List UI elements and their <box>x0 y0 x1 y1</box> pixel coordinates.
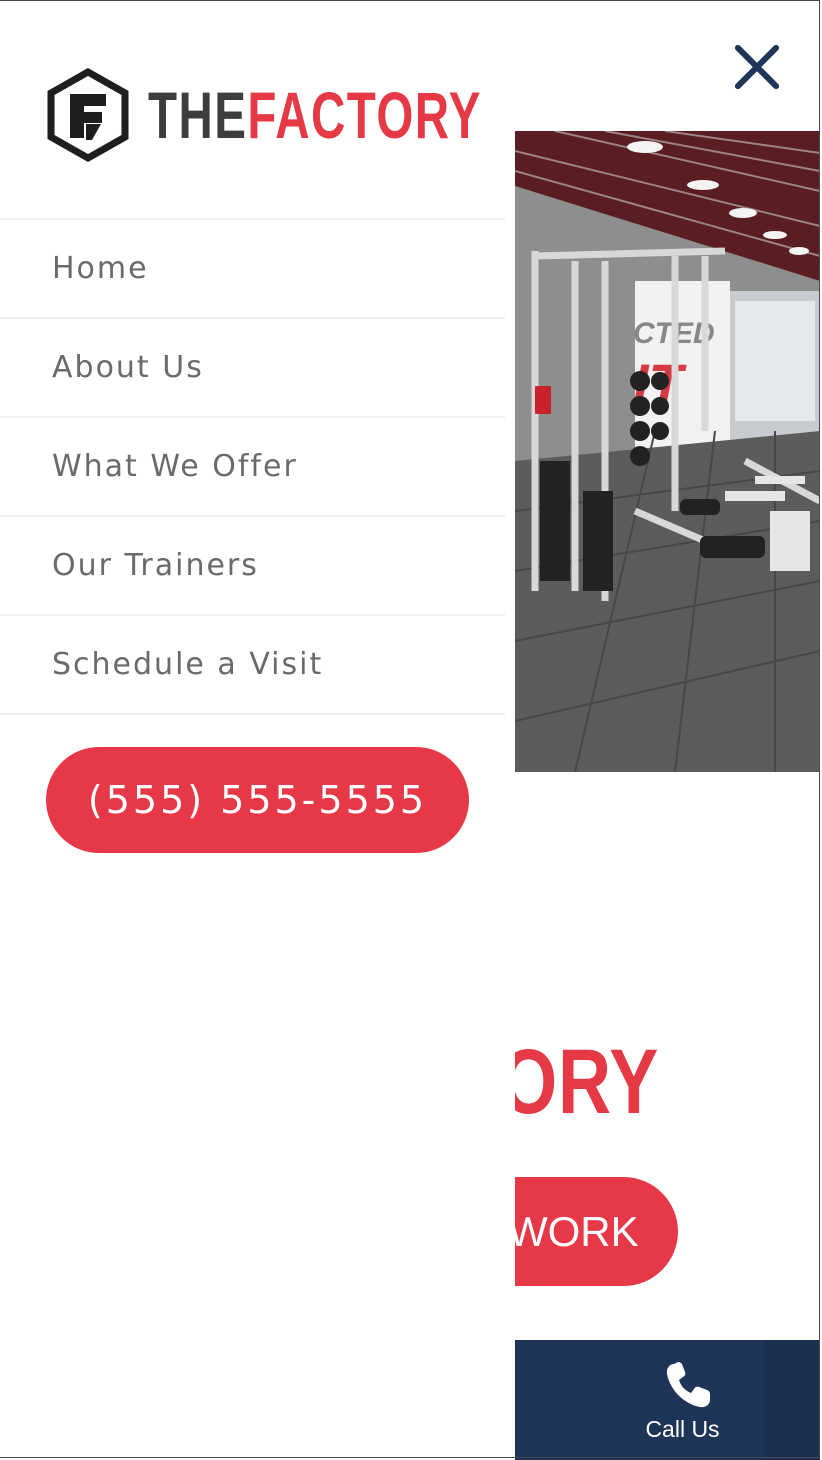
nav-item-what-we-offer[interactable]: What We Offer <box>0 418 505 517</box>
call-us-label: Call Us <box>645 1416 720 1442</box>
background-cta-label: WORK <box>508 1208 639 1255</box>
logo-text-the: THE <box>148 78 248 152</box>
close-icon[interactable] <box>730 40 784 94</box>
background-heading-fragment: ORY <box>500 1031 660 1133</box>
nav-item-about-us[interactable]: About Us <box>0 319 505 418</box>
menu-drawer: THEFACTORY Home About Us What We Offer O… <box>0 0 515 1460</box>
nav-item-schedule-a-visit[interactable]: Schedule a Visit <box>0 616 505 715</box>
logo-text-factory: FACTORY <box>247 78 482 152</box>
nav-item-our-trainers[interactable]: Our Trainers <box>0 517 505 616</box>
logo-mark-icon <box>47 68 129 162</box>
hero-image: CTED IT <box>515 131 820 772</box>
brand-logo[interactable]: THEFACTORY <box>46 68 612 162</box>
phone-button[interactable]: (555) 555-5555 <box>46 747 469 853</box>
call-us-bar[interactable]: Call Us <box>515 1340 820 1460</box>
phone-icon <box>666 1362 710 1408</box>
logo-wordmark: THEFACTORY <box>148 82 482 148</box>
main-nav: Home About Us What We Offer Our Trainers… <box>0 218 505 715</box>
nav-item-home[interactable]: Home <box>0 220 505 319</box>
